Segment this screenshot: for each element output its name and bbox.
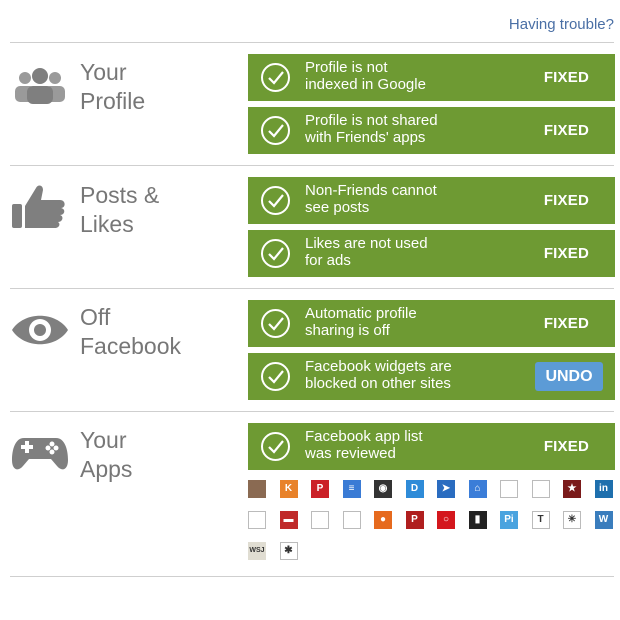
section-title-apps: Your Apps xyxy=(80,427,133,482)
send-app-icon[interactable]: ➤ xyxy=(437,480,455,498)
check-circle-icon xyxy=(261,362,290,391)
instagram-app-icon[interactable] xyxy=(248,480,266,498)
house-app-icon[interactable]: ⌂ xyxy=(468,480,487,498)
blank-app-icon-4[interactable] xyxy=(342,511,361,529)
check-circle-icon xyxy=(261,309,290,338)
orange-circle-app-icon[interactable]: ● xyxy=(374,511,392,529)
section-title-profile: Your Profile xyxy=(80,59,146,114)
linkedin-app-icon[interactable]: in xyxy=(594,480,613,498)
sparkle-app-icon[interactable]: ✳ xyxy=(563,511,581,529)
eye-icon xyxy=(12,315,68,345)
bars-app-icon[interactable]: ▮ xyxy=(468,511,487,529)
pi-app-icon[interactable]: Pi xyxy=(500,511,518,529)
flag-app-icon[interactable] xyxy=(531,480,550,498)
thumbs-up-icon xyxy=(12,185,65,228)
ring-app-icon[interactable]: ○ xyxy=(437,511,455,529)
wordpress-app-icon[interactable]: W xyxy=(594,511,613,529)
fix-tile: Facebook app list was reviewed FIXED xyxy=(248,423,615,470)
wsj-app-icon[interactable]: WSJ xyxy=(248,542,266,560)
fix-text: Automatic profile sharing is off xyxy=(305,305,417,339)
yelp-app-icon[interactable]: ✱ xyxy=(279,542,298,560)
divider xyxy=(10,411,614,412)
fix-tile: Profile is not shared with Friends' apps… xyxy=(248,107,615,154)
section-title-posts: Posts & Likes xyxy=(80,182,160,237)
check-circle-icon xyxy=(261,116,290,145)
fixed-label: FIXED xyxy=(543,69,589,86)
fix-text: Facebook widgets are blocked on other si… xyxy=(305,358,452,392)
blank-app-icon-3[interactable] xyxy=(311,511,329,529)
fix-tile: Facebook widgets are blocked on other si… xyxy=(248,353,615,400)
klout-app-icon[interactable]: K xyxy=(279,480,298,498)
divider xyxy=(10,288,614,289)
check-circle-icon xyxy=(261,186,290,215)
star-app-icon[interactable]: ★ xyxy=(563,480,581,498)
divider xyxy=(10,165,614,166)
gamepad-icon xyxy=(12,438,68,470)
check-circle-icon xyxy=(261,432,290,461)
fix-text: Facebook app list was reviewed xyxy=(305,428,423,462)
fix-text: Likes are not used for ads xyxy=(305,235,428,269)
fixed-label: FIXED xyxy=(543,245,589,262)
blank-app-icon-2[interactable] xyxy=(248,511,266,529)
having-trouble-link[interactable]: Having trouble? xyxy=(509,16,614,33)
check-circle-icon xyxy=(261,63,290,92)
divider xyxy=(10,576,614,577)
buffer-app-icon[interactable]: ≡ xyxy=(342,480,361,498)
section-title-off-facebook: Off Facebook xyxy=(80,304,182,359)
undo-button[interactable]: UNDO xyxy=(535,362,603,391)
camera-app-icon[interactable]: ◉ xyxy=(374,480,392,498)
fixed-label: FIXED xyxy=(543,315,589,332)
check-circle-icon xyxy=(261,239,290,268)
fix-tile: Likes are not used for ads FIXED xyxy=(248,230,615,277)
fix-tile: Automatic profile sharing is off FIXED xyxy=(248,300,615,347)
pinterest-app-icon[interactable]: P xyxy=(311,480,329,498)
fixed-label: FIXED xyxy=(543,192,589,209)
divider xyxy=(10,42,614,43)
fix-tile: Profile is not indexed in Google FIXED xyxy=(248,54,615,101)
fix-tile: Non-Friends cannot see posts FIXED xyxy=(248,177,615,224)
d-app-icon[interactable]: D xyxy=(405,480,424,498)
fix-text: Profile is not shared with Friends' apps xyxy=(305,112,438,146)
fix-text: Profile is not indexed in Google xyxy=(305,59,426,93)
blank-app-icon-1[interactable] xyxy=(500,480,518,498)
fixed-label: FIXED xyxy=(543,438,589,455)
fix-text: Non-Friends cannot see posts xyxy=(305,182,437,216)
nytimes-app-icon[interactable]: T xyxy=(531,511,550,529)
people-icon xyxy=(15,68,65,104)
fixed-label: FIXED xyxy=(543,122,589,139)
pinterest-app-icon-2[interactable]: P xyxy=(405,511,424,529)
red-app-icon[interactable]: ▬ xyxy=(279,511,298,529)
